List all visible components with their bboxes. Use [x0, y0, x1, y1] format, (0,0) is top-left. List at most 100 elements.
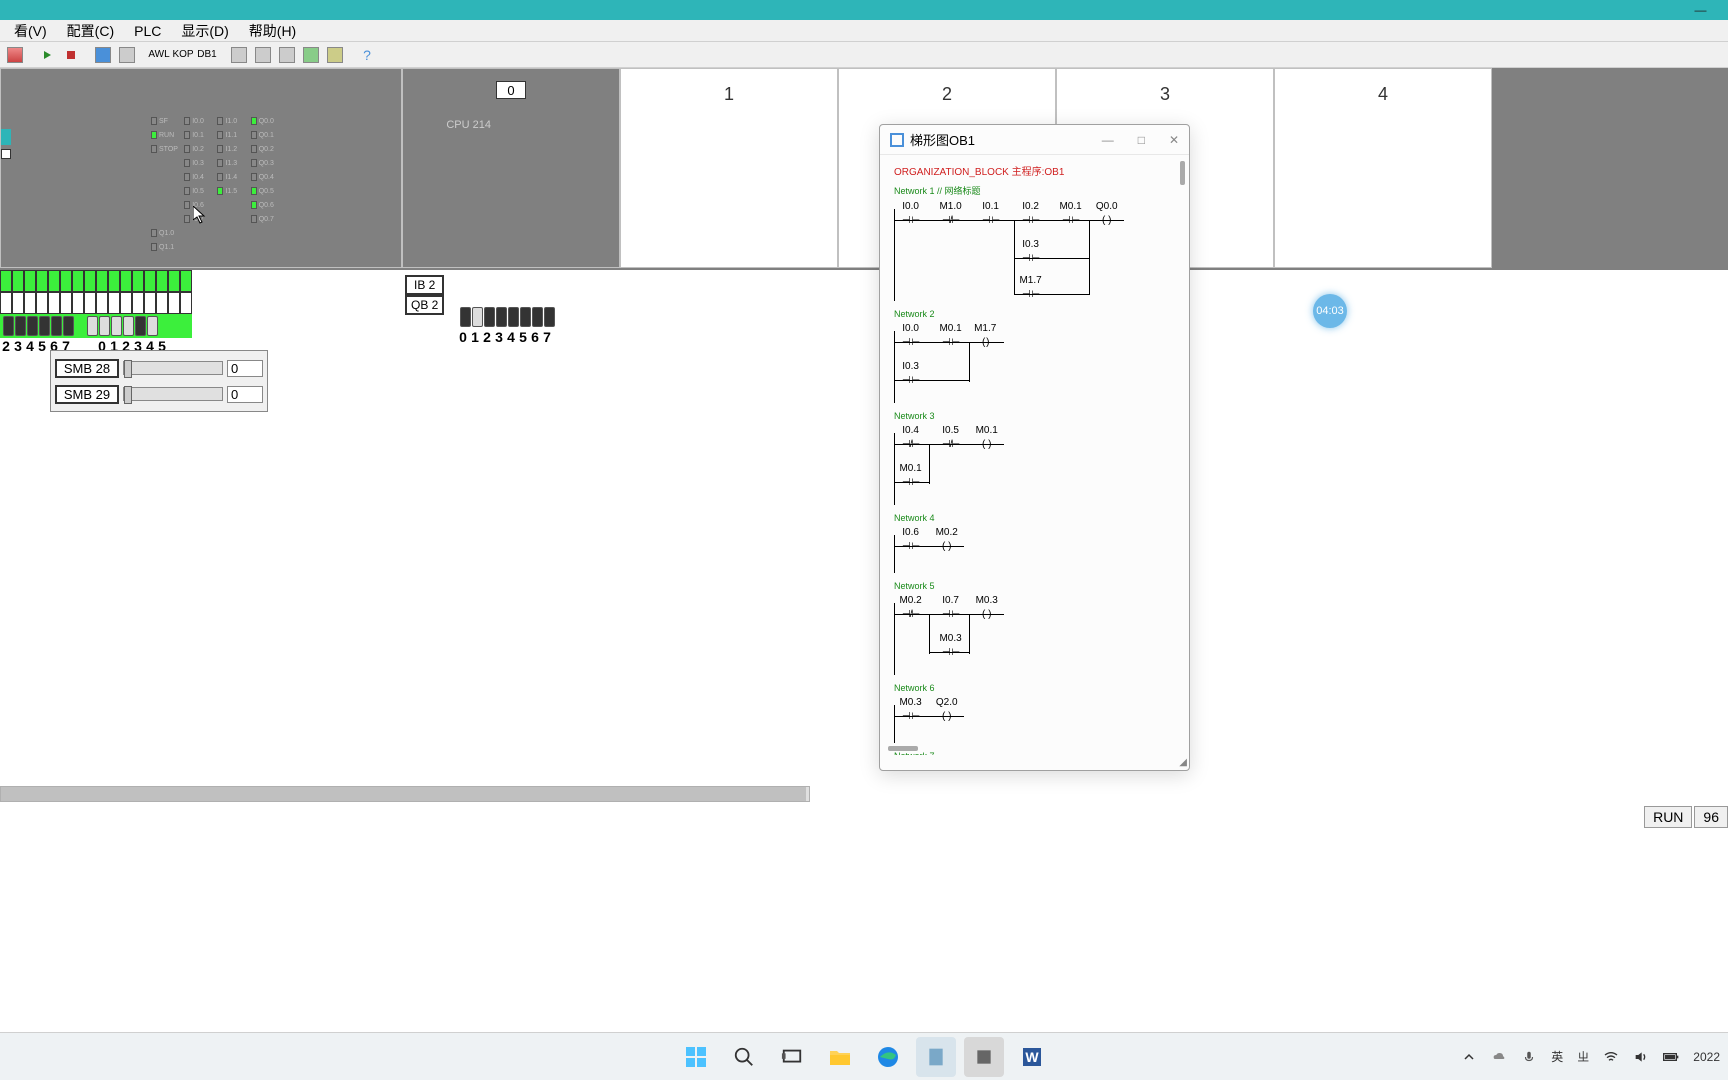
io-switch[interactable] [63, 316, 74, 336]
menu-help[interactable]: 帮助(H) [239, 19, 306, 43]
io-seg[interactable] [108, 270, 120, 292]
io-switch[interactable] [496, 307, 507, 327]
app2-icon[interactable] [964, 1037, 1004, 1077]
tool-btn3[interactable] [276, 45, 298, 65]
ladder-titlebar[interactable]: 梯形图OB1 — □ ✕ [880, 125, 1189, 155]
io-seg[interactable] [84, 292, 96, 314]
io-seg[interactable] [24, 292, 36, 314]
io-switch[interactable] [508, 307, 519, 327]
io-switch[interactable] [3, 316, 14, 336]
io-switch[interactable] [87, 316, 98, 336]
io-switch[interactable] [39, 316, 50, 336]
io-switch[interactable] [51, 316, 62, 336]
tool-help[interactable]: ? [356, 45, 378, 65]
start-button[interactable] [676, 1037, 716, 1077]
io-seg[interactable] [120, 270, 132, 292]
slot-0[interactable]: I .0 I .1 I .2 I .3 I .4 I .5 I .6 I .7 … [402, 68, 620, 268]
smb29-slider[interactable] [123, 387, 223, 401]
tool-btn4[interactable] [300, 45, 322, 65]
io-switch[interactable] [111, 316, 122, 336]
io-seg[interactable] [96, 270, 108, 292]
ladder-maximize[interactable]: □ [1138, 133, 1145, 147]
io-seg[interactable] [72, 292, 84, 314]
io-seg[interactable] [108, 292, 120, 314]
ime-indicator1[interactable]: 英 [1551, 1048, 1563, 1065]
menu-config[interactable]: 配置(C) [57, 19, 124, 43]
slot-4[interactable]: 4 [1274, 68, 1492, 268]
io-seg[interactable] [60, 292, 72, 314]
smb28-slider[interactable] [123, 361, 223, 375]
slot-index-input[interactable] [496, 81, 526, 99]
io-seg[interactable] [0, 270, 12, 292]
tool-stop[interactable] [60, 45, 82, 65]
tool-btn2[interactable] [252, 45, 274, 65]
io-seg[interactable] [12, 270, 24, 292]
io-seg[interactable] [156, 270, 168, 292]
io-seg[interactable] [180, 270, 192, 292]
ladder-minimize[interactable]: — [1102, 133, 1114, 147]
ladder-scroll[interactable] [1180, 161, 1185, 185]
io-seg[interactable] [144, 270, 156, 292]
ime-indicator2[interactable]: ㄓ [1577, 1048, 1589, 1065]
io-seg[interactable] [36, 292, 48, 314]
io-switch[interactable] [15, 316, 26, 336]
tool-btn1[interactable] [228, 45, 250, 65]
io-seg[interactable] [36, 270, 48, 292]
io-switch[interactable] [460, 307, 471, 327]
tray-wifi-icon[interactable] [1603, 1049, 1619, 1065]
menu-display[interactable]: 显示(D) [171, 19, 238, 43]
io-seg[interactable] [168, 270, 180, 292]
word-icon[interactable]: W [1012, 1037, 1052, 1077]
tray-mic-icon[interactable] [1521, 1049, 1537, 1065]
search-icon[interactable] [724, 1037, 764, 1077]
menu-view[interactable]: 看(V) [4, 19, 57, 43]
io-switch[interactable] [532, 307, 543, 327]
io-seg[interactable] [48, 270, 60, 292]
smb28-value[interactable] [227, 360, 263, 377]
io-seg[interactable] [168, 292, 180, 314]
tool-open[interactable] [4, 45, 26, 65]
io-switch[interactable] [472, 307, 483, 327]
io-switch[interactable] [135, 316, 146, 336]
io-seg[interactable] [132, 292, 144, 314]
smb29-value[interactable] [227, 386, 263, 403]
tool-db1[interactable]: DB1 [196, 45, 218, 65]
tool-monitor[interactable] [92, 45, 114, 65]
io-seg[interactable] [12, 292, 24, 314]
tray-battery-icon[interactable] [1663, 1049, 1679, 1065]
timer-badge[interactable]: 04:03 [1313, 294, 1347, 328]
io-switch[interactable] [147, 316, 158, 336]
io-switch[interactable] [520, 307, 531, 327]
slot-handle[interactable] [1, 129, 11, 145]
ladder-window[interactable]: 梯形图OB1 — □ ✕ ORGANIZATION_BLOCK 主程序:OB1 … [879, 124, 1190, 771]
menu-plc[interactable]: PLC [124, 21, 171, 41]
io-seg[interactable] [0, 292, 12, 314]
slot-1[interactable]: 1 [620, 68, 838, 268]
tray-clock[interactable]: 2022 [1693, 1050, 1720, 1064]
io-switch[interactable] [123, 316, 134, 336]
tray-cloud-icon[interactable] [1491, 1049, 1507, 1065]
resize-grip[interactable]: ◢ [1179, 757, 1187, 768]
io-switch[interactable] [27, 316, 38, 336]
io-seg[interactable] [96, 292, 108, 314]
io-seg[interactable] [24, 270, 36, 292]
io-seg[interactable] [84, 270, 96, 292]
io-seg[interactable] [132, 270, 144, 292]
io-seg[interactable] [72, 270, 84, 292]
edge-icon[interactable] [868, 1037, 908, 1077]
io-seg[interactable] [48, 292, 60, 314]
io-seg[interactable] [180, 292, 192, 314]
io-seg[interactable] [120, 292, 132, 314]
io-switch[interactable] [99, 316, 110, 336]
slot-cpu[interactable]: SF RUN STOP I0.0 I0.1 I0.2 I0.3 I0.4 I0.… [0, 68, 402, 268]
horizontal-scrollbar[interactable] [0, 786, 810, 802]
ladder-hscroll[interactable] [888, 746, 918, 751]
explorer-icon[interactable] [820, 1037, 860, 1077]
app1-icon[interactable] [916, 1037, 956, 1077]
tool-awl[interactable]: AWL [148, 45, 170, 65]
tool-kop[interactable]: KOP [172, 45, 194, 65]
tool-run[interactable] [36, 45, 58, 65]
slot-handle2[interactable] [1, 149, 11, 159]
tool-btn5[interactable] [324, 45, 346, 65]
io-switch[interactable] [544, 307, 555, 327]
